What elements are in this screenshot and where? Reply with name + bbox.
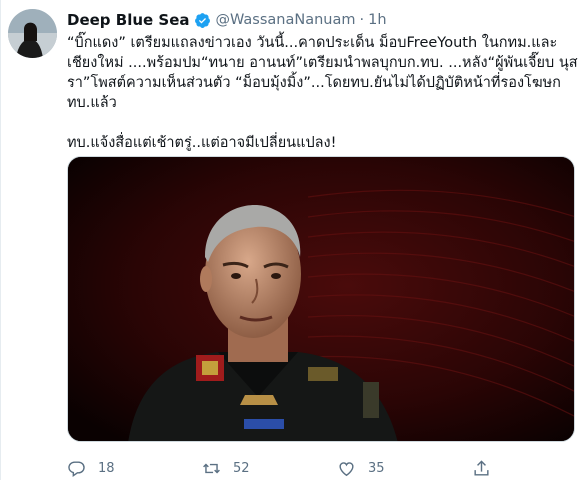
separator-dot: · xyxy=(359,12,365,28)
retweet-button[interactable]: 52 xyxy=(202,459,250,478)
tweet-actions: 18 52 35 xyxy=(67,455,497,480)
share-button[interactable] xyxy=(472,459,503,478)
tweet-photo[interactable] xyxy=(67,156,575,442)
tweet-text: “บิ๊กแดง” เตรียมแถลงข่าวเอง วันนี้...คาด… xyxy=(67,33,578,153)
timestamp[interactable]: 1h xyxy=(368,12,386,28)
tweet-text-line: ทบ.แล้ว xyxy=(67,95,117,111)
reply-icon xyxy=(68,460,85,477)
tweet-text-line: “บิ๊กแดง” เตรียมแถลงข่าวเอง วันนี้...คาด… xyxy=(67,35,558,51)
avatar[interactable] xyxy=(8,9,57,58)
share-icon xyxy=(474,459,489,476)
tweet-text-line: เชียงใหม่ ....พร้อมปม“ทนาย อานนท์”เตรียม… xyxy=(67,55,578,71)
reply-count: 18 xyxy=(98,460,115,476)
handle[interactable]: @WassanaNanuam xyxy=(216,12,356,28)
retweet-count: 52 xyxy=(233,460,250,476)
tweet-card[interactable]: Deep Blue Sea @WassanaNanuam · 1h “บิ๊กแ… xyxy=(0,0,588,480)
heart-icon xyxy=(339,461,354,476)
tweet-text-line: ทบ.แจ้งสื่อแต่เช้าตรู่..แต่อาจมีเปลี่ยนแ… xyxy=(67,135,337,151)
display-name[interactable]: Deep Blue Sea xyxy=(67,11,190,29)
tweet-text-line: รา”โพสต์ความเห็นส่วนตัว “ม็อบมุ้งมิ้ง”..… xyxy=(67,75,561,91)
like-count: 35 xyxy=(368,460,385,476)
like-button[interactable]: 35 xyxy=(337,459,385,478)
photo-image xyxy=(68,157,574,441)
tweet-header: Deep Blue Sea @WassanaNanuam · 1h xyxy=(67,9,577,31)
retweet-icon xyxy=(203,463,220,473)
avatar-image xyxy=(8,9,57,58)
reply-button[interactable]: 18 xyxy=(67,459,115,478)
verified-badge-icon xyxy=(194,12,210,28)
